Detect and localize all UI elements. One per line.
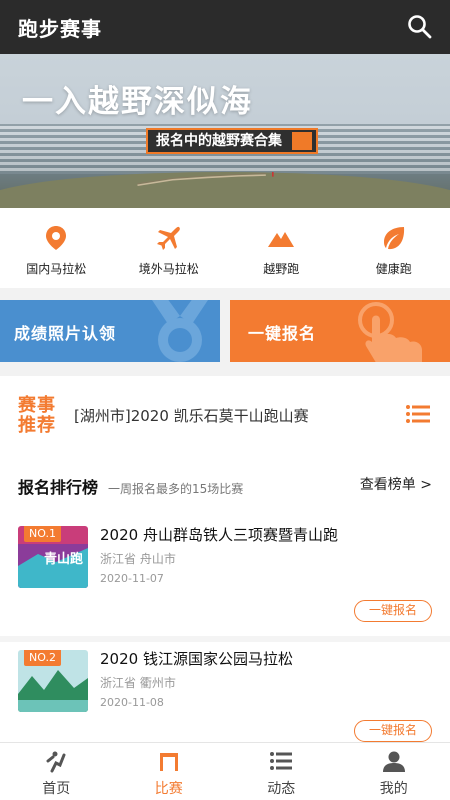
race-name: 2020 钱江源国家公园马拉松: [100, 650, 293, 668]
location-pin-icon: [46, 226, 67, 250]
race-thumbnail: NO.2: [18, 650, 88, 712]
category-label: 越野跑: [263, 262, 300, 276]
tab-home[interactable]: 首页: [0, 743, 113, 800]
banner-headline: 一入越野深似海: [22, 84, 253, 120]
banner-tag[interactable]: 报名中的越野赛合集: [146, 128, 318, 154]
race-location: 浙江省 衢州市: [100, 676, 176, 690]
airplane-icon: [156, 226, 180, 250]
race-gate-icon: [159, 753, 178, 771]
page-title: 跑步赛事: [18, 16, 102, 41]
rank-badge: NO.2: [24, 650, 61, 666]
category-overseas-marathon[interactable]: 境外马拉松: [113, 208, 226, 288]
category-domestic-marathon[interactable]: 国内马拉松: [0, 208, 113, 288]
claim-photo-label: 成绩照片认领: [14, 324, 117, 343]
recommended-race-title: [湖州市]2020 凯乐石莫干山跑山赛: [74, 407, 309, 425]
promo-banner[interactable]: 一入越野深似海 报名中的越野赛合集: [0, 54, 450, 208]
bottom-tab-bar: 首页 比赛 动态 我的: [0, 742, 450, 800]
recommend-badge-line: 推荐: [18, 415, 56, 436]
signup-ranking-section: 报名排行榜 一周报名最多的15场比赛 查看榜单 > NO.1 青山跑 2020 …: [0, 454, 450, 744]
race-date: 2020-11-08: [100, 696, 164, 709]
quick-signup-button[interactable]: 一键报名: [354, 600, 432, 622]
race-name: 2020 舟山群岛铁人三项赛暨青山跑: [100, 526, 338, 544]
tab-label: 动态: [267, 781, 296, 797]
list-icon: [270, 752, 293, 770]
medal-icon: [152, 300, 208, 362]
thumb-text: 青山跑: [44, 552, 84, 567]
tab-me[interactable]: 我的: [338, 743, 450, 800]
race-thumbnail: NO.1 青山跑: [18, 526, 88, 588]
ranking-subtitle: 一周报名最多的15场比赛: [108, 482, 244, 496]
person-icon: [382, 751, 405, 772]
banner-tag-label: 报名中的越野赛合集: [156, 133, 282, 149]
category-label: 健康跑: [375, 262, 412, 276]
claim-photo-card[interactable]: 成绩照片认领: [0, 300, 220, 362]
tab-feed[interactable]: 动态: [225, 743, 338, 800]
category-bar: 国内马拉松 境外马拉松 越野跑 健康跑: [0, 208, 450, 288]
category-health-run[interactable]: 健康跑: [338, 208, 450, 288]
tab-label: 首页: [42, 781, 71, 797]
quick-signup-card[interactable]: 一键报名: [230, 300, 450, 362]
tab-label: 我的: [379, 781, 408, 797]
search-icon[interactable]: [406, 13, 434, 41]
ranking-title: 报名排行榜: [18, 478, 99, 497]
list-menu-icon[interactable]: [406, 405, 430, 423]
recommended-race-bar[interactable]: 赛事 推荐 [湖州市]2020 凯乐石莫干山跑山赛: [0, 376, 450, 454]
category-label: 国内马拉松: [26, 262, 87, 276]
run-icon: [46, 751, 66, 773]
tap-hand-icon: [358, 302, 422, 362]
tab-label: 比赛: [154, 781, 183, 797]
tab-race[interactable]: 比赛: [113, 743, 226, 800]
quick-signup-button[interactable]: 一键报名: [354, 720, 432, 742]
leaf-icon: [383, 227, 404, 250]
view-ranking-link[interactable]: 查看榜单 >: [360, 474, 432, 494]
recommend-badge: 赛事 推荐: [18, 396, 62, 436]
banner-boardwalk-image: [137, 172, 274, 186]
ranking-header: 报名排行榜 一周报名最多的15场比赛 查看榜单 >: [18, 474, 432, 498]
race-date: 2020-11-07: [100, 572, 164, 585]
category-trail-run[interactable]: 越野跑: [225, 208, 338, 288]
quick-signup-label: 一键报名: [248, 324, 317, 343]
category-label: 境外马拉松: [138, 262, 199, 276]
recommend-badge-line: 赛事: [18, 395, 56, 416]
divider: [0, 636, 450, 642]
race-location: 浙江省 舟山市: [100, 552, 176, 566]
rank-badge: NO.1: [24, 526, 61, 542]
list-item[interactable]: NO.1 青山跑 2020 舟山群岛铁人三项赛暨青山跑 浙江省 舟山市 2020…: [0, 520, 450, 642]
app-bar: 跑步赛事: [0, 0, 450, 54]
pointer-icon: [292, 132, 312, 150]
mountain-icon: [268, 232, 295, 247]
